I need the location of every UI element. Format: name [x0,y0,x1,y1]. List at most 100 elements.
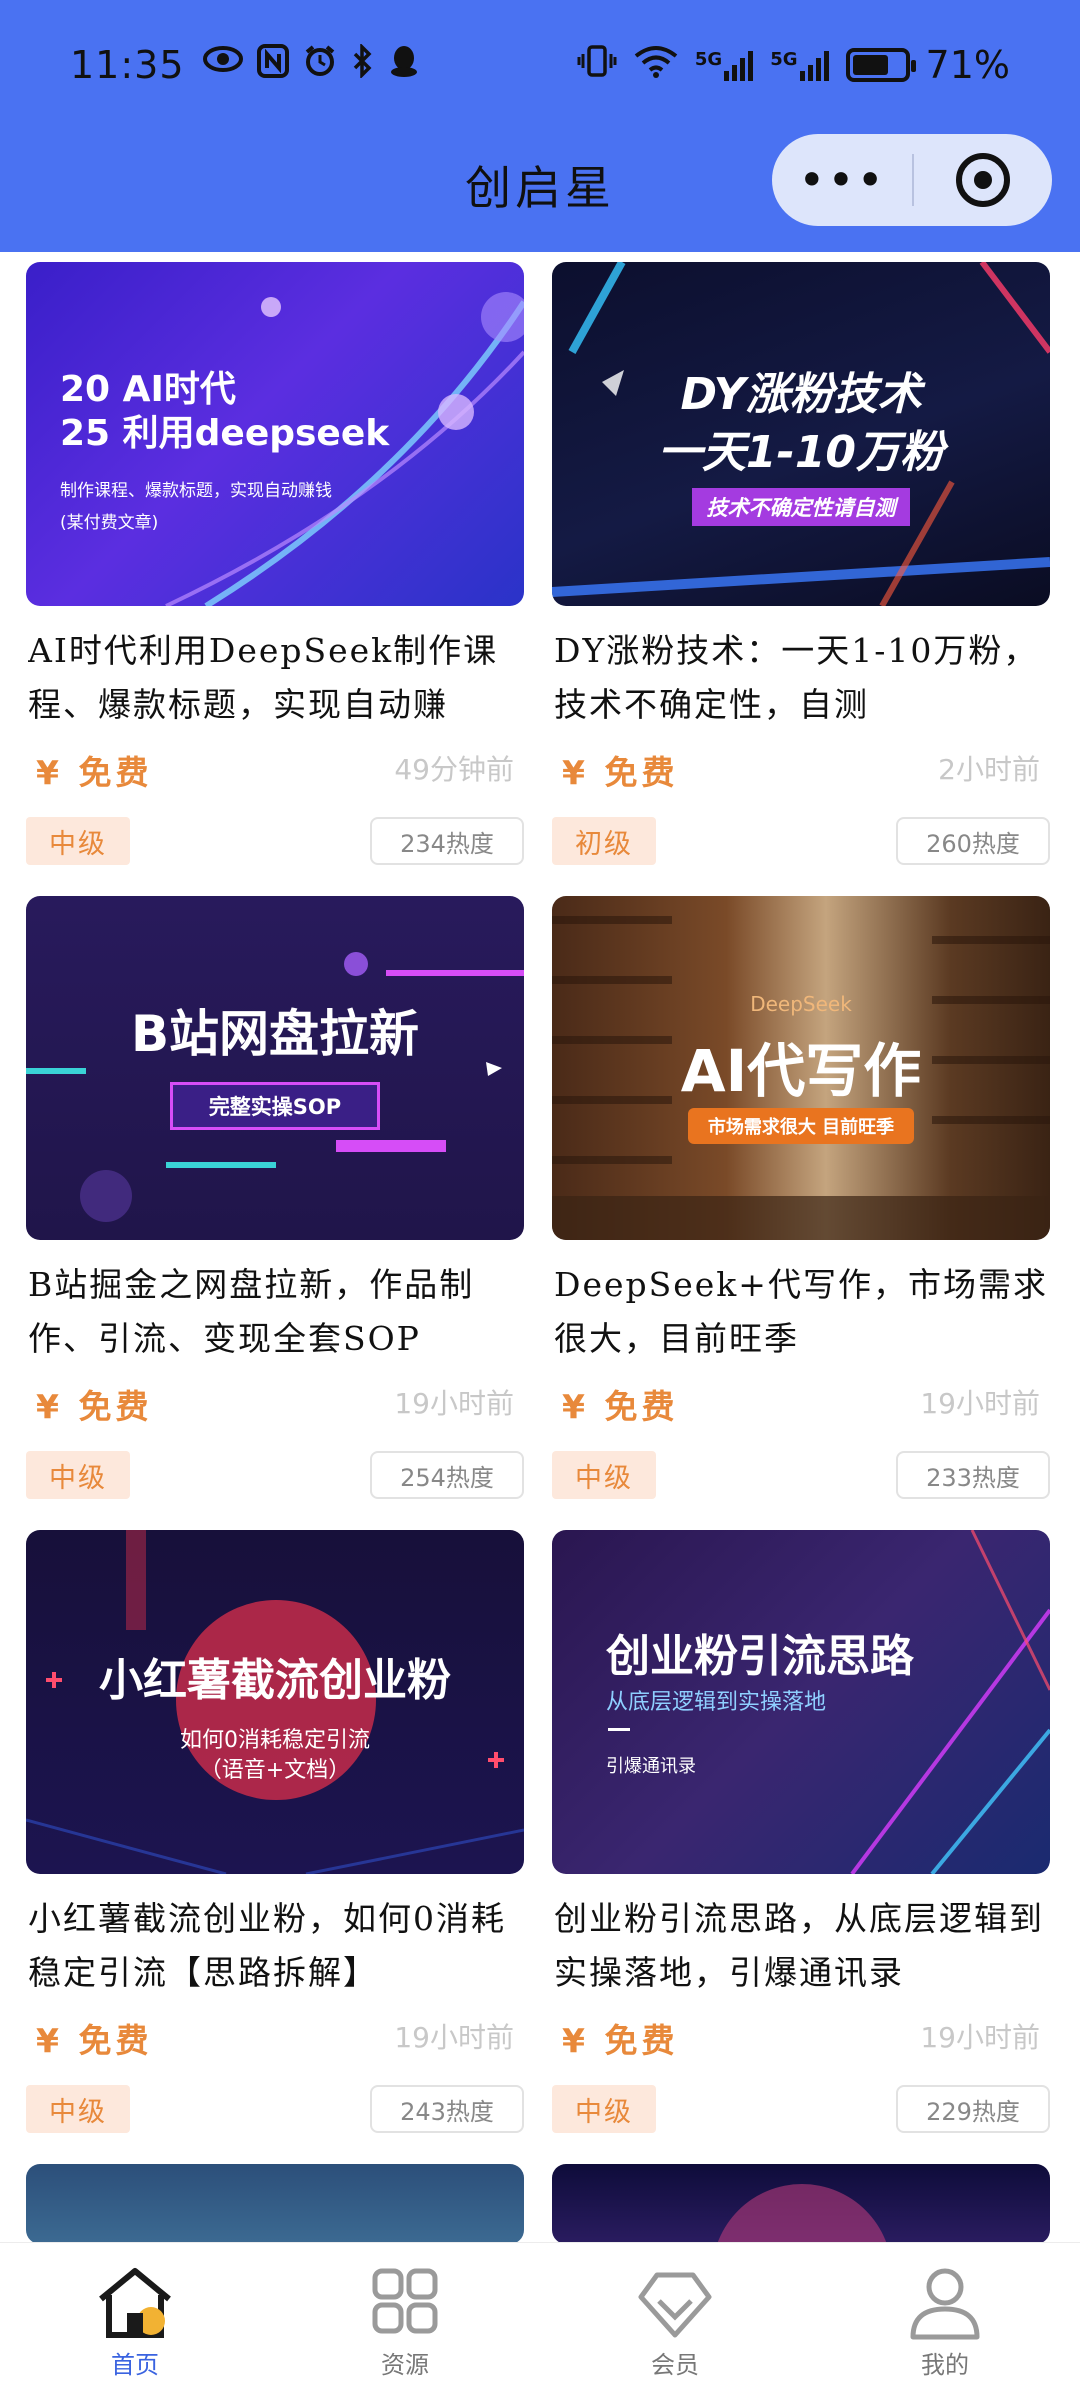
level-badge: 中级 [552,2085,656,2133]
qq-icon [389,44,419,86]
target-icon[interactable] [914,153,1052,207]
signal-1-icon: 5G [695,49,754,81]
card-price: ¥ 免费 [562,753,679,792]
grid-icon [365,2265,445,2341]
ellipsis-icon[interactable]: ••• [772,157,912,203]
tab-label: 资源 [381,2351,429,2379]
heat-badge: 234热度 [370,817,524,865]
course-card[interactable]: DeepSeek AI代写作 市场需求很大 目前旺季 DeepSeek+代写作，… [552,896,1050,1499]
level-badge: 初级 [552,817,656,865]
card-price: ¥ 免费 [562,2021,679,2060]
thumb-subtitle: 引爆通讯录 [606,1756,696,1777]
status-right-icons: 5G 5G 71% [577,43,1010,87]
home-icon [95,2265,175,2341]
status-bar: 11:35 5G 5G 71% [0,0,1080,130]
top-header: 11:35 5G 5G 71% 创启星 ••• [0,0,1080,252]
heat-badge: 233热度 [896,1451,1050,1499]
thumb-headline-2: 一天1-10万粉 [657,427,945,478]
heat-badge: 243热度 [370,2085,524,2133]
level-badge: 中级 [26,2085,130,2133]
card-time-ago: 19小时前 [394,1387,514,1420]
status-time: 11:35 [70,43,185,87]
thumb-headline-1: B站网盘拉新 [130,1005,420,1063]
tab-membership[interactable]: 会员 [540,2243,810,2398]
nav-bar: 创启星 ••• [0,130,1080,252]
course-card[interactable]: DY涨粉技术 一天1-10万粉 技术不确定性请自测 DY涨粉技术：一天1-10万… [552,262,1050,865]
thumb-subtitle: 市场需求很大 目前旺季 [688,1108,914,1144]
alarm-icon [303,44,337,86]
level-badge: 中级 [552,1451,656,1499]
course-card[interactable]: 小红薯截流创业粉 如何0消耗稳定引流 （语音+文档） 小红薯截流创业粉，如何0消… [26,1530,524,2133]
tab-label: 首页 [111,2351,159,2379]
level-badge: 中级 [26,817,130,865]
tab-label: 会员 [651,2351,699,2379]
heat-badge: 260热度 [896,817,1050,865]
mini-program-capsule: ••• [772,134,1052,226]
thumb-subtitle: 完整实操SOP [170,1082,380,1130]
card-price: ¥ 免费 [36,2021,153,2060]
course-card[interactable]: 20 AI时代 25 利用deepseek 制作课程、爆款标题，实现自动赚钱 (… [26,262,524,865]
heat-badge: 229热度 [896,2085,1050,2133]
card-title[interactable]: AI时代利用DeepSeek制作课程、爆款标题，实现自动赚 [28,624,524,732]
battery-icon [845,48,916,82]
thumb-tag: (某付费文章) [60,513,159,533]
course-card-partial[interactable] [26,2164,524,2242]
thumb-subtitle: 制作课程、爆款标题，实现自动赚钱 [60,481,332,501]
battery-fill [852,55,889,75]
card-price: ¥ 免费 [36,1387,153,1426]
tab-profile[interactable]: 我的 [810,2243,1080,2398]
nfc-icon [256,44,289,86]
heat-badge: 254热度 [370,1451,524,1499]
card-time-ago: 19小时前 [394,2021,514,2054]
target-dot [974,171,992,189]
course-thumbnail[interactable] [552,2164,1050,2242]
thumb-headline-2: 从底层逻辑到实操落地 [606,1690,827,1715]
course-feed[interactable]: 20 AI时代 25 利用deepseek 制作课程、爆款标题，实现自动赚钱 (… [0,252,1080,2242]
card-time-ago: 19小时前 [920,1387,1040,1420]
thumb-headline-1: 创业粉引流思路 [606,1631,914,1682]
target-ring [956,153,1010,207]
card-title[interactable]: B站掘金之网盘拉新，作品制作、引流、变现全套SOP [28,1258,524,1366]
card-time-ago: 2小时前 [938,753,1040,786]
course-thumbnail[interactable]: B站网盘拉新 完整实操SOP [26,896,524,1240]
card-title[interactable]: DY涨粉技术：一天1-10万粉，技术不确定性，自测 [554,624,1050,732]
thumb-headline-2: 25 利用deepseek [60,413,390,454]
thumb-headline-2: 如何0消耗稳定引流 [180,1728,370,1753]
course-thumbnail[interactable]: 小红薯截流创业粉 如何0消耗稳定引流 （语音+文档） [26,1530,524,1874]
diamond-icon [635,2265,715,2341]
card-title[interactable]: DeepSeek+代写作，市场需求很大，目前旺季 [554,1258,1050,1366]
course-thumbnail[interactable]: DY涨粉技术 一天1-10万粉 技术不确定性请自测 [552,262,1050,606]
thumb-tag: DeepSeek [750,992,852,1016]
course-card[interactable]: 创业粉引流思路 从底层逻辑到实操落地 引爆通讯录 创业粉引流思路，从底层逻辑到实… [552,1530,1050,2133]
vibrate-icon [577,44,617,86]
course-thumbnail[interactable]: 创业粉引流思路 从底层逻辑到实操落地 引爆通讯录 [552,1530,1050,1874]
thumb-headline-1: AI代写作 [680,1037,922,1105]
tab-resources[interactable]: 资源 [270,2243,540,2398]
course-thumbnail[interactable] [26,2164,524,2242]
battery-percent: 71% [925,43,1010,87]
signal-2-icon: 5G [770,49,829,81]
thumb-subtitle: 技术不确定性请自测 [692,488,910,526]
thumb-headline-1: DY涨粉技术 [680,369,922,420]
bottom-tab-bar: 首页 资源 会员 我的 [0,2242,1080,2398]
course-card-partial[interactable] [552,2164,1050,2242]
user-icon [905,2265,985,2341]
card-title[interactable]: 小红薯截流创业粉，如何0消耗稳定引流【思路拆解】 [28,1892,524,2000]
level-badge: 中级 [26,1451,130,1499]
card-title[interactable]: 创业粉引流思路，从底层逻辑到实操落地，引爆通讯录 [554,1892,1050,2000]
card-price: ¥ 免费 [36,753,153,792]
course-thumbnail[interactable]: 20 AI时代 25 利用deepseek 制作课程、爆款标题，实现自动赚钱 (… [26,262,524,606]
card-time-ago: 19小时前 [920,2021,1040,2054]
bluetooth-icon [351,42,375,86]
card-price: ¥ 免费 [562,1387,679,1426]
thumb-headline-1: 小红薯截流创业粉 [99,1655,451,1706]
tab-home[interactable]: 首页 [0,2243,270,2398]
course-thumbnail[interactable]: DeepSeek AI代写作 市场需求很大 目前旺季 [552,896,1050,1240]
course-card[interactable]: B站网盘拉新 完整实操SOP B站掘金之网盘拉新，作品制作、引流、变现全套SOP… [26,896,524,1499]
status-left-icons [202,42,419,86]
eye-icon [202,44,243,86]
wifi-icon [633,44,679,86]
tab-label: 我的 [921,2351,969,2379]
thumb-subtitle: （语音+文档） [199,1758,351,1783]
card-time-ago: 49分钟前 [394,753,514,786]
